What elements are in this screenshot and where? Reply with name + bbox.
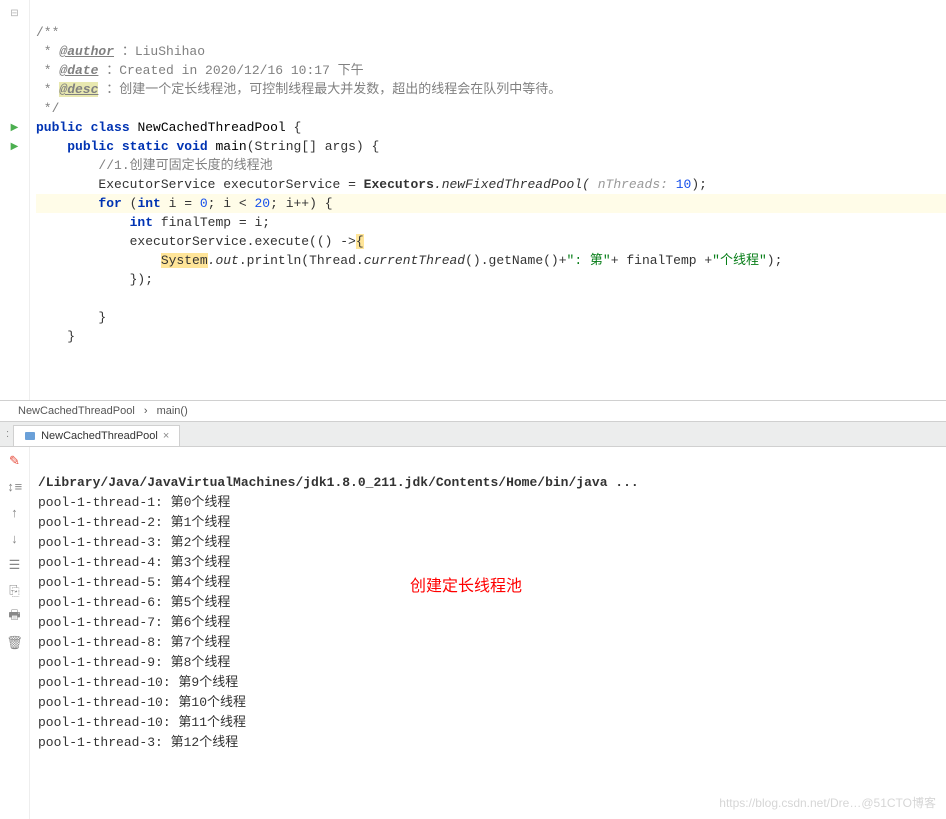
- doc-comment: /** * @author ：LiuShihao * @date ：Create…: [36, 25, 561, 116]
- code-area[interactable]: /** * @author ：LiuShihao * @date ：Create…: [30, 0, 946, 400]
- close-icon[interactable]: ×: [163, 430, 169, 442]
- console-line: pool-1-thread-10: 第10个线程: [38, 695, 246, 710]
- annotation-label: 创建定长线程池: [410, 577, 522, 597]
- console-line: pool-1-thread-4: 第3个线程: [38, 555, 230, 570]
- run-gutter-icon[interactable]: ▶: [0, 118, 29, 137]
- run-tab[interactable]: NewCachedThreadPool ×: [13, 425, 180, 446]
- breadcrumb[interactable]: NewCachedThreadPool › main(): [0, 400, 946, 421]
- console-line: pool-1-thread-7: 第6个线程: [38, 615, 230, 630]
- stop-icon[interactable]: ✎: [7, 453, 23, 469]
- console-line: pool-1-thread-5: 第4个线程: [38, 575, 230, 590]
- run-config-icon: [24, 430, 36, 442]
- console-output[interactable]: /Library/Java/JavaVirtualMachines/jdk1.8…: [30, 447, 946, 819]
- console-line: pool-1-thread-6: 第5个线程: [38, 595, 230, 610]
- console-panel: ✎ ↕≡ ↑ ↓ ☰ ⎘ 🖶 🗑 /Library/Java/JavaVirtu…: [0, 446, 946, 819]
- settings-icon[interactable]: ☰: [7, 557, 23, 573]
- run-tabs: : NewCachedThreadPool ×: [0, 421, 946, 446]
- soft-wrap-icon[interactable]: ↕≡: [7, 479, 23, 495]
- console-toolbar: ✎ ↕≡ ↑ ↓ ☰ ⎘ 🖶 🗑: [0, 447, 30, 819]
- fold-icon[interactable]: ⊟: [0, 4, 29, 23]
- author-tag: @author: [59, 44, 114, 59]
- console-line: pool-1-thread-3: 第2个线程: [38, 535, 230, 550]
- watermark: https://blog.csdn.net/Dre…@51CTO博客: [719, 793, 936, 813]
- line-comment: //1.创建可固定长度的线程池: [98, 158, 272, 173]
- scroll-up-icon[interactable]: ↑: [7, 505, 23, 521]
- console-line: pool-1-thread-2: 第1个线程: [38, 515, 230, 530]
- console-line: pool-1-thread-3: 第12个线程: [38, 735, 238, 750]
- console-line: pool-1-thread-10: 第9个线程: [38, 675, 238, 690]
- date-tag: @date: [59, 63, 98, 78]
- desc-tag: @desc: [59, 82, 98, 97]
- console-line: pool-1-thread-10: 第11个线程: [38, 715, 246, 730]
- console-line: pool-1-thread-9: 第8个线程: [38, 655, 230, 670]
- console-line: pool-1-thread-1: 第0个线程: [38, 495, 230, 510]
- scroll-down-icon[interactable]: ↓: [7, 531, 23, 547]
- breadcrumb-item[interactable]: main(): [151, 403, 194, 419]
- parameter-hint: nThreads:: [590, 177, 676, 192]
- run-gutter-icon[interactable]: ▶: [0, 137, 29, 156]
- export-icon[interactable]: ⎘: [7, 583, 23, 599]
- console-command: /Library/Java/JavaVirtualMachines/jdk1.8…: [38, 475, 639, 490]
- print-icon[interactable]: 🖶: [7, 609, 23, 625]
- trash-icon[interactable]: 🗑: [7, 635, 23, 651]
- code-editor[interactable]: ⊟ ▶ ▶ /** * @author ：LiuShihao * @date ：…: [0, 0, 946, 400]
- editor-gutter: ⊟ ▶ ▶: [0, 0, 30, 400]
- breadcrumb-item[interactable]: NewCachedThreadPool: [12, 403, 141, 419]
- console-line: pool-1-thread-8: 第7个线程: [38, 635, 230, 650]
